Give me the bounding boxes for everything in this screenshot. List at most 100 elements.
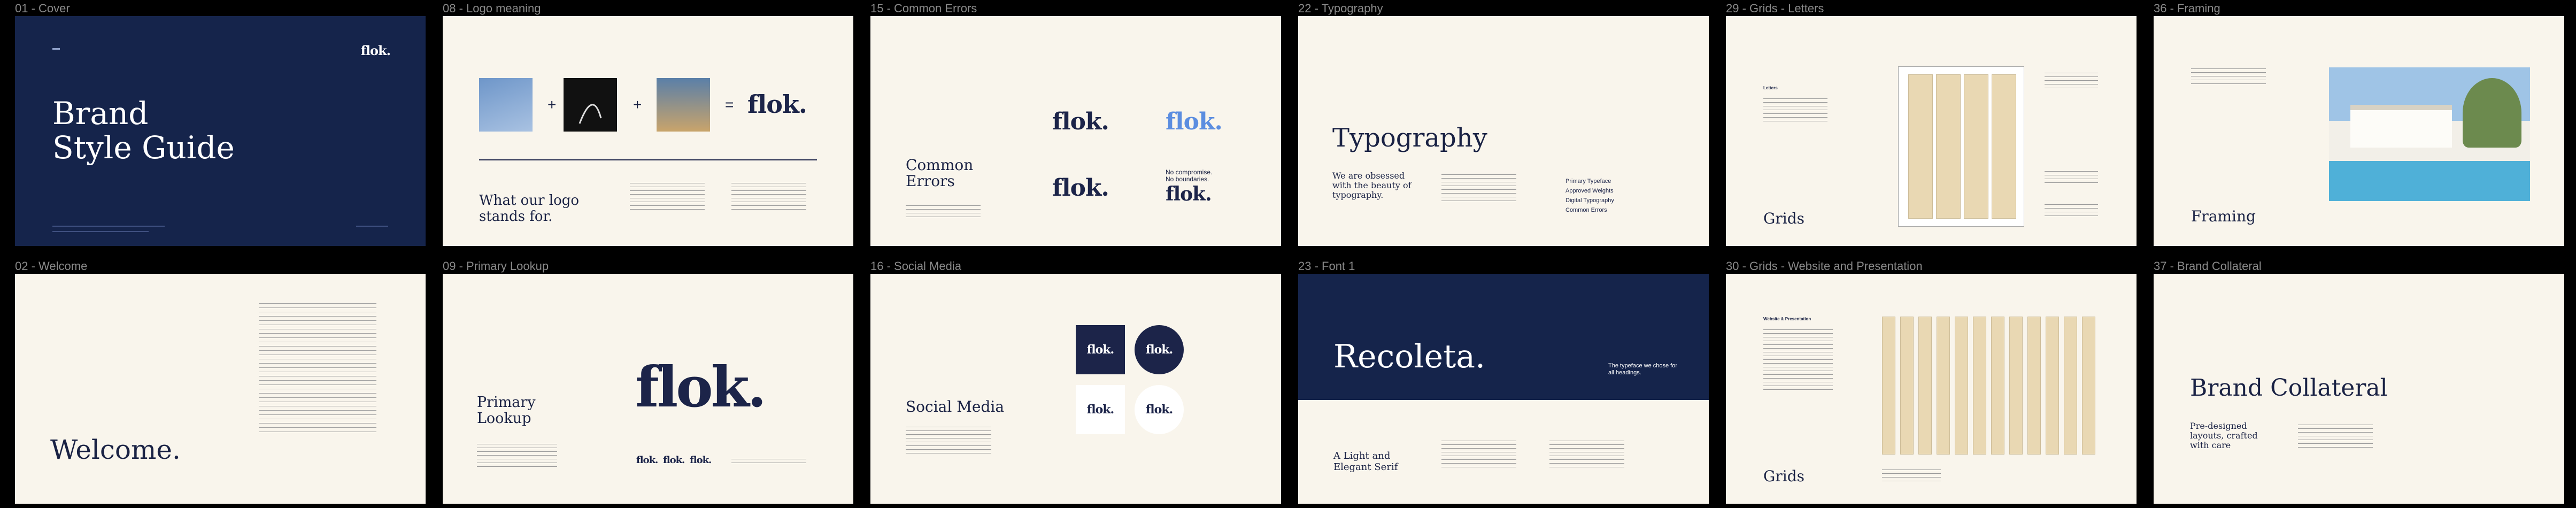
typography-list: Primary Typeface Approved Weights Digita… <box>1565 176 1614 215</box>
slide-framing[interactable]: Framing <box>2154 16 2564 246</box>
cover-footer-line <box>52 226 165 227</box>
typography-title: Typography <box>1332 123 1487 153</box>
cover-footer-right <box>356 226 388 227</box>
slide-grids-letters[interactable]: Letters Grids <box>1726 16 2137 246</box>
grid-note-3 <box>2045 201 2098 217</box>
typography-subtitle: We are obsessed with the beauty of typog… <box>1332 171 1412 200</box>
font-heading: A Light and Elegant Serif <box>1333 450 1398 473</box>
grid-column <box>1991 317 2004 455</box>
error-labels: No compromise. No boundaries. <box>1166 169 1212 183</box>
frame-primary-lookup[interactable]: 09 - Primary Lookup flok. Primary Lookup… <box>443 259 853 504</box>
collateral-sub: Pre-designed layouts, crafted with care <box>2190 421 2258 450</box>
slide-social-media[interactable]: Social Media flok. flok. flok. flok. <box>870 274 1281 504</box>
slide-logo-meaning[interactable]: + + = flok. What our logo stands for. <box>443 16 853 246</box>
cover-logo: flok. <box>360 43 391 58</box>
frame-framing[interactable]: 36 - Framing Framing <box>2154 2 2564 246</box>
social-text <box>906 424 991 456</box>
grid-column <box>1918 317 1932 455</box>
frame-label: 29 - Grids - Letters <box>1726 2 1824 15</box>
frame-social-media[interactable]: 16 - Social Media Social Media flok. flo… <box>870 259 1281 504</box>
letter-page <box>1898 66 2024 227</box>
grid-column <box>2027 317 2041 455</box>
house-shape <box>2350 105 2452 148</box>
typography-list-item: Primary Typeface <box>1565 178 1611 184</box>
social-logo: flok. <box>1086 343 1114 357</box>
cover-title: Brand Style Guide <box>52 96 235 165</box>
typography-list-item: Digital Typography <box>1565 197 1614 204</box>
collateral-heading: Brand Collateral <box>2190 374 2388 402</box>
frame-label: 09 - Primary Lookup <box>443 259 549 273</box>
error-logo-3: flok. <box>1052 174 1109 202</box>
grid-column <box>1900 317 1914 455</box>
grids-letters-text <box>1763 95 1827 122</box>
frame-grids-website[interactable]: 30 - Grids - Website and Presentation We… <box>1726 259 2137 504</box>
wing-image <box>564 78 617 132</box>
tree-shape <box>2463 78 2521 148</box>
primary-note <box>731 456 806 466</box>
slide-grids-website[interactable]: Website & Presentation Grids <box>1726 274 2137 504</box>
slide-common-errors[interactable]: Common Errors flok. flok. flok. No compr… <box>870 16 1281 246</box>
framing-text <box>2191 65 2266 87</box>
font-text-2 <box>1549 437 1624 469</box>
grid-column <box>1882 317 1895 455</box>
frame-welcome[interactable]: 02 - Welcome Welcome. <box>15 259 426 504</box>
frame-label: 01 - Cover <box>15 2 70 15</box>
frame-label: 23 - Font 1 <box>1298 259 1355 273</box>
errors-text <box>906 202 981 218</box>
slide-brand-collateral[interactable]: Brand Collateral Pre-designed layouts, c… <box>2154 274 2564 504</box>
welcome-text <box>259 299 376 433</box>
welcome-heading: Welcome. <box>50 434 181 465</box>
frame-label: 15 - Common Errors <box>870 2 977 15</box>
small-logo-3: flok. <box>690 455 712 466</box>
grid-column <box>2064 317 2077 455</box>
grid-column <box>2009 317 2023 455</box>
text-block-2 <box>731 180 806 212</box>
grid-column <box>1964 74 1988 219</box>
grid-column <box>2046 317 2059 455</box>
logo-meaning-heading: What our logo stands for. <box>479 193 580 225</box>
frame-label: 08 - Logo meaning <box>443 2 541 15</box>
house-photo <box>2329 67 2530 201</box>
error-logo-blue: flok. <box>1166 108 1223 135</box>
error-logo-4: flok. <box>1166 183 1212 205</box>
plus-sign: + <box>547 96 557 113</box>
frame-font-1[interactable]: 23 - Font 1 Recoleta. The typeface we ch… <box>1298 259 1709 504</box>
social-logo: flok. <box>1145 343 1173 357</box>
divider <box>479 159 817 160</box>
grid-column <box>1973 317 1986 455</box>
frame-logo-meaning[interactable]: 08 - Logo meaning + + = flok. What our l… <box>443 2 853 246</box>
equals-sign: = <box>725 96 734 113</box>
grids-web-text <box>1763 326 1833 390</box>
font-tagline: The typeface we chose for all headings. <box>1608 363 1678 376</box>
slide-typography[interactable]: Typography We are obsessed with the beau… <box>1298 16 1709 246</box>
plus-sign-2: + <box>633 96 642 113</box>
label-boundaries: No boundaries. <box>1166 175 1209 183</box>
frame-label: 02 - Welcome <box>15 259 88 273</box>
frame-cover[interactable]: 01 - Cover flok. Brand Style Guide <box>15 2 426 246</box>
grids-web-label: Website & Presentation <box>1763 317 1811 321</box>
font-hero: Recoleta. The typeface we chose for all … <box>1298 274 1709 400</box>
grid-column <box>1992 74 2016 219</box>
common-errors-heading: Common Errors <box>906 156 974 190</box>
slide-cover[interactable]: flok. Brand Style Guide <box>15 16 426 246</box>
error-logo-1: flok. <box>1052 108 1109 135</box>
slide-primary-lookup[interactable]: flok. Primary Lookup flok. flok. flok. <box>443 274 853 504</box>
website-grid <box>1882 317 2096 455</box>
frame-typography[interactable]: 22 - Typography Typography We are obsess… <box>1298 2 1709 246</box>
small-logo-1: flok. <box>636 455 658 466</box>
social-logo: flok. <box>1086 403 1114 417</box>
social-avatar-square: flok. <box>1076 325 1125 374</box>
frame-brand-collateral[interactable]: 37 - Brand Collateral Brand Collateral P… <box>2154 259 2564 504</box>
grids-web-note <box>1882 466 1941 481</box>
slide-font-1[interactable]: Recoleta. The typeface we chose for all … <box>1298 274 1709 504</box>
cover-tag <box>52 48 60 50</box>
typography-list-item: Approved Weights <box>1565 188 1614 194</box>
grid-column <box>2082 317 2095 455</box>
primary-lookup-text <box>477 441 557 467</box>
frame-label: 36 - Framing <box>2154 2 2220 15</box>
frame-common-errors[interactable]: 15 - Common Errors Common Errors flok. f… <box>870 2 1281 246</box>
grid-note-1 <box>2045 70 2098 91</box>
grids-web-heading: Grids <box>1763 467 1804 485</box>
frame-grids-letters[interactable]: 29 - Grids - Letters Letters Grids <box>1726 2 2137 246</box>
slide-welcome[interactable]: Welcome. <box>15 274 426 504</box>
